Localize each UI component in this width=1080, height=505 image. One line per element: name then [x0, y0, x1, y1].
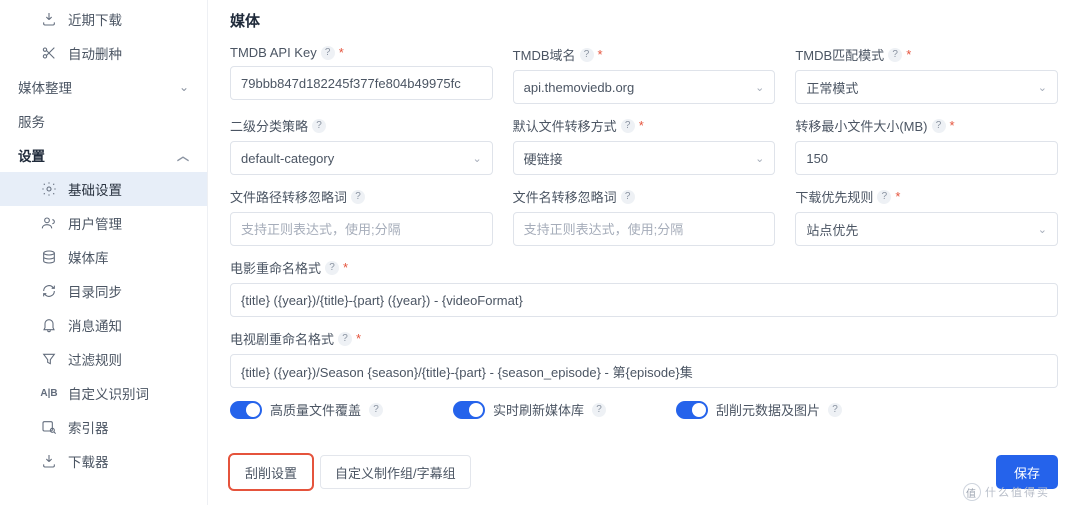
nav-indexer[interactable]: 索引器: [0, 410, 207, 444]
nav-label: 索引器: [68, 417, 109, 437]
chevron-up-icon: ︿: [177, 147, 189, 164]
nav-filter-rules[interactable]: 过滤规则: [0, 342, 207, 376]
label-apikey: TMDB API Key?*: [230, 45, 493, 60]
download-icon: [40, 453, 58, 469]
users-icon: [40, 215, 58, 231]
input-moviefmt[interactable]: [230, 283, 1058, 317]
sync-icon: [40, 283, 58, 299]
nav-user-manage[interactable]: 用户管理: [0, 206, 207, 240]
help-icon[interactable]: ?: [932, 119, 946, 133]
nav-base-settings[interactable]: 基础设置: [0, 172, 207, 206]
label-dlpriority: 下载优先规则?*: [795, 187, 1058, 206]
label-matchmode: TMDB匹配模式?*: [795, 45, 1058, 64]
help-icon[interactable]: ?: [592, 403, 606, 417]
label-defmove: 默认文件转移方式?*: [513, 116, 776, 135]
nav-label: 基础设置: [68, 179, 122, 199]
switch-on[interactable]: [230, 401, 262, 419]
nav-label: 过滤规则: [68, 349, 122, 369]
help-icon[interactable]: ?: [325, 261, 339, 275]
help-icon[interactable]: ?: [351, 190, 365, 204]
label-tvfmt: 电视剧重命名格式?*: [230, 329, 1058, 348]
nav-group-label: 设置: [18, 145, 45, 165]
help-icon[interactable]: ?: [321, 46, 335, 60]
nav-group-service[interactable]: 服务: [0, 104, 207, 138]
nav-label: 近期下载: [68, 9, 122, 29]
section-title: 媒体: [230, 10, 1058, 31]
bell-icon: [40, 317, 58, 333]
help-icon[interactable]: ?: [877, 190, 891, 204]
input-minsize[interactable]: [795, 141, 1058, 175]
nav-dir-sync[interactable]: 目录同步: [0, 274, 207, 308]
toggle-hq[interactable]: 高质量文件覆盖?: [230, 400, 383, 419]
nav-label: 消息通知: [68, 315, 122, 335]
nav-label: 自动删种: [68, 43, 122, 63]
footer-tabs: 刮削设置 自定义制作组/字幕组: [230, 455, 479, 489]
help-icon[interactable]: ?: [888, 48, 902, 62]
nav-downloader[interactable]: 下载器: [0, 444, 207, 478]
gear-icon: [40, 181, 58, 197]
label-l2cat: 二级分类策略?: [230, 116, 493, 135]
input-tvfmt[interactable]: [230, 354, 1058, 388]
chevron-down-icon: ⌄: [179, 80, 189, 94]
nav-label: 自定义识别词: [68, 383, 149, 403]
toggle-scrape[interactable]: 刮削元数据及图片?: [676, 400, 842, 419]
chevron-down-icon: ⌄: [755, 81, 764, 94]
text-icon: A|B: [40, 388, 58, 399]
search-list-icon: [40, 419, 58, 435]
toggle-refresh[interactable]: 实时刷新媒体库?: [453, 400, 606, 419]
help-icon[interactable]: ?: [828, 403, 842, 417]
select-domain[interactable]: api.themoviedb.org⌄: [513, 70, 776, 104]
input-apikey[interactable]: [230, 66, 493, 100]
help-icon[interactable]: ?: [621, 190, 635, 204]
nav-label: 媒体库: [68, 247, 109, 267]
nav-label: 下载器: [68, 451, 109, 471]
nav-group-label: 媒体整理: [18, 77, 72, 97]
label-domain: TMDB域名?*: [513, 45, 776, 64]
nav-group-label: 服务: [18, 111, 45, 131]
nav-recent-downloads[interactable]: 近期下载: [0, 2, 207, 36]
chevron-down-icon: ⌄: [472, 152, 481, 165]
label-nameignore: 文件名转移忽略词?: [513, 187, 776, 206]
label-pathignore: 文件路径转移忽略词?: [230, 187, 493, 206]
help-icon[interactable]: ?: [580, 48, 594, 62]
chevron-down-icon: ⌄: [1038, 81, 1047, 94]
tab-custom-group[interactable]: 自定义制作组/字幕组: [320, 455, 471, 489]
nav-notifications[interactable]: 消息通知: [0, 308, 207, 342]
select-l2cat[interactable]: default-category⌄: [230, 141, 493, 175]
input-pathignore[interactable]: [230, 212, 493, 246]
scissors-icon: [40, 45, 58, 61]
main-content: 媒体 TMDB API Key?* TMDB域名?* api.themovied…: [208, 0, 1080, 505]
nav-auto-delete[interactable]: 自动删种: [0, 36, 207, 70]
help-icon[interactable]: ?: [621, 119, 635, 133]
nav-custom-words[interactable]: A|B 自定义识别词: [0, 376, 207, 410]
help-icon[interactable]: ?: [338, 332, 352, 346]
nav-label: 用户管理: [68, 213, 122, 233]
help-icon[interactable]: ?: [369, 403, 383, 417]
help-icon[interactable]: ?: [312, 119, 326, 133]
input-nameignore[interactable]: [513, 212, 776, 246]
select-dlpriority[interactable]: 站点优先⌄: [795, 212, 1058, 246]
select-matchmode[interactable]: 正常模式⌄: [795, 70, 1058, 104]
nav-media-library[interactable]: 媒体库: [0, 240, 207, 274]
chevron-down-icon: ⌄: [1038, 223, 1047, 236]
filter-icon: [40, 351, 58, 367]
switch-on[interactable]: [676, 401, 708, 419]
chevron-down-icon: ⌄: [755, 152, 764, 165]
label-minsize: 转移最小文件大小(MB)?*: [795, 116, 1058, 135]
switch-on[interactable]: [453, 401, 485, 419]
nav-group-settings[interactable]: 设置 ︿: [0, 138, 207, 172]
database-icon: [40, 249, 58, 265]
save-button[interactable]: 保存: [996, 455, 1058, 489]
label-moviefmt: 电影重命名格式?*: [230, 258, 1058, 277]
select-defmove[interactable]: 硬链接⌄: [513, 141, 776, 175]
tab-scrape-settings[interactable]: 刮削设置: [230, 455, 312, 489]
nav-label: 目录同步: [68, 281, 122, 301]
nav-group-media[interactable]: 媒体整理 ⌄: [0, 70, 207, 104]
download-icon: [40, 11, 58, 27]
sidebar: 近期下载 自动删种 媒体整理 ⌄ 服务 设置 ︿ 基础设置 用户管理 媒体库 目…: [0, 0, 208, 505]
